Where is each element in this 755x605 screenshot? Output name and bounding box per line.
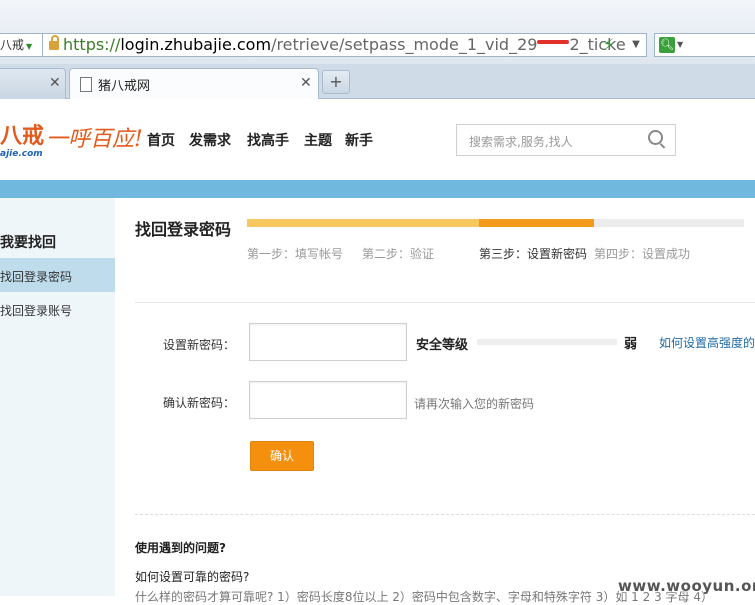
strength-value: 弱 — [624, 337, 638, 352]
site-identity-chevron-icon: ▼ — [26, 42, 33, 51]
confirm-password-hint: 请再次输入您的新密码 — [414, 397, 535, 411]
search-engine-icon[interactable]: 🔍︎ — [659, 37, 675, 53]
site-logo-domain: ajie.com — [0, 149, 43, 159]
site-search-input[interactable]: 搜索需求,服务,找人 — [456, 124, 676, 156]
nav-home[interactable]: 首页 — [147, 130, 175, 150]
confirm-password-input[interactable] — [249, 381, 407, 419]
url-path: /retrieve/setpass_mode_1_vid_29 — [271, 35, 538, 54]
site-identity-button[interactable]: 八戒 ▼ — [0, 33, 43, 57]
step-3: 第三步：设置新密码 — [479, 247, 588, 261]
sidebar-title: 我要找回 — [0, 235, 56, 251]
sidebar-item-retrieve-account[interactable]: 找回登录账号 — [0, 302, 72, 319]
watermark: www.wooyun.org — [618, 577, 755, 595]
new-password-label: 设置新密码： — [163, 338, 236, 352]
faq-question: 如何设置可靠的密码? — [135, 570, 250, 584]
step-progress-current — [479, 219, 594, 227]
step-progress-done — [247, 219, 479, 227]
nav-post-request[interactable]: 发需求 — [189, 130, 231, 150]
url-dropdown-chevron-icon[interactable]: ▼ — [626, 33, 647, 57]
site-logo[interactable]: 八戒 — [0, 118, 44, 150]
new-password-input[interactable] — [249, 323, 407, 361]
dashed-divider — [135, 514, 755, 515]
password-help-link[interactable]: 如何设置高强度的 — [659, 334, 755, 351]
strength-label: 安全等级 — [416, 338, 469, 353]
nav-newbie[interactable]: 新手 — [345, 130, 373, 150]
browser-search-input[interactable]: 🔍︎ ▼ — [654, 33, 755, 57]
site-slogan: 一呼百应! — [46, 127, 143, 152]
page-title: 找回登录密码 — [135, 220, 232, 239]
redaction-mark — [537, 39, 570, 44]
step-1: 第一步：填写帐号 — [247, 247, 344, 261]
search-icon[interactable] — [648, 130, 663, 145]
tab-bar: ✕ 猪八戒网 ✕ + — [0, 64, 755, 99]
lock-icon — [49, 35, 59, 50]
url-scheme: https:// — [63, 35, 121, 54]
header-band — [0, 180, 755, 198]
close-icon[interactable]: ✕ — [300, 75, 312, 91]
close-icon[interactable]: ✕ — [49, 75, 61, 91]
url-host: login.zhubajie.com — [120, 35, 272, 54]
sidebar-item-retrieve-password[interactable]: 找回登录密码 — [0, 258, 115, 292]
address-bar[interactable]: https://login.zhubajie.com/retrieve/setp… — [42, 33, 628, 57]
search-engine-chevron-icon[interactable]: ▼ — [677, 40, 683, 49]
nav-topics[interactable]: 主题 — [304, 130, 332, 150]
lightning-icon[interactable]: ⚡ — [603, 35, 614, 54]
url-path-tail: 2_ticket_ — [569, 35, 627, 54]
sidebar-item-label: 找回登录密码 — [0, 270, 73, 284]
site-identity-label: 八戒 — [0, 38, 25, 52]
step-2: 第二步：验证 — [362, 247, 435, 261]
new-tab-button[interactable]: + — [322, 70, 350, 94]
site-search-placeholder: 搜索需求,服务,找人 — [469, 135, 573, 149]
confirm-password-label: 确认新密码： — [163, 396, 236, 410]
divider — [135, 302, 755, 303]
nav-find-expert[interactable]: 找高手 — [247, 130, 289, 150]
tab-previous[interactable]: ✕ — [0, 68, 66, 99]
faq-title: 使用遇到的问题? — [135, 541, 226, 555]
step-4: 第四步：设置成功 — [594, 247, 691, 261]
page-icon — [80, 77, 92, 92]
confirm-button[interactable]: 确认 — [250, 441, 314, 471]
tab-zhubajie[interactable]: 猪八戒网 ✕ — [69, 68, 319, 99]
strength-meter — [477, 339, 617, 345]
tab-title: 猪八戒网 — [98, 79, 151, 94]
